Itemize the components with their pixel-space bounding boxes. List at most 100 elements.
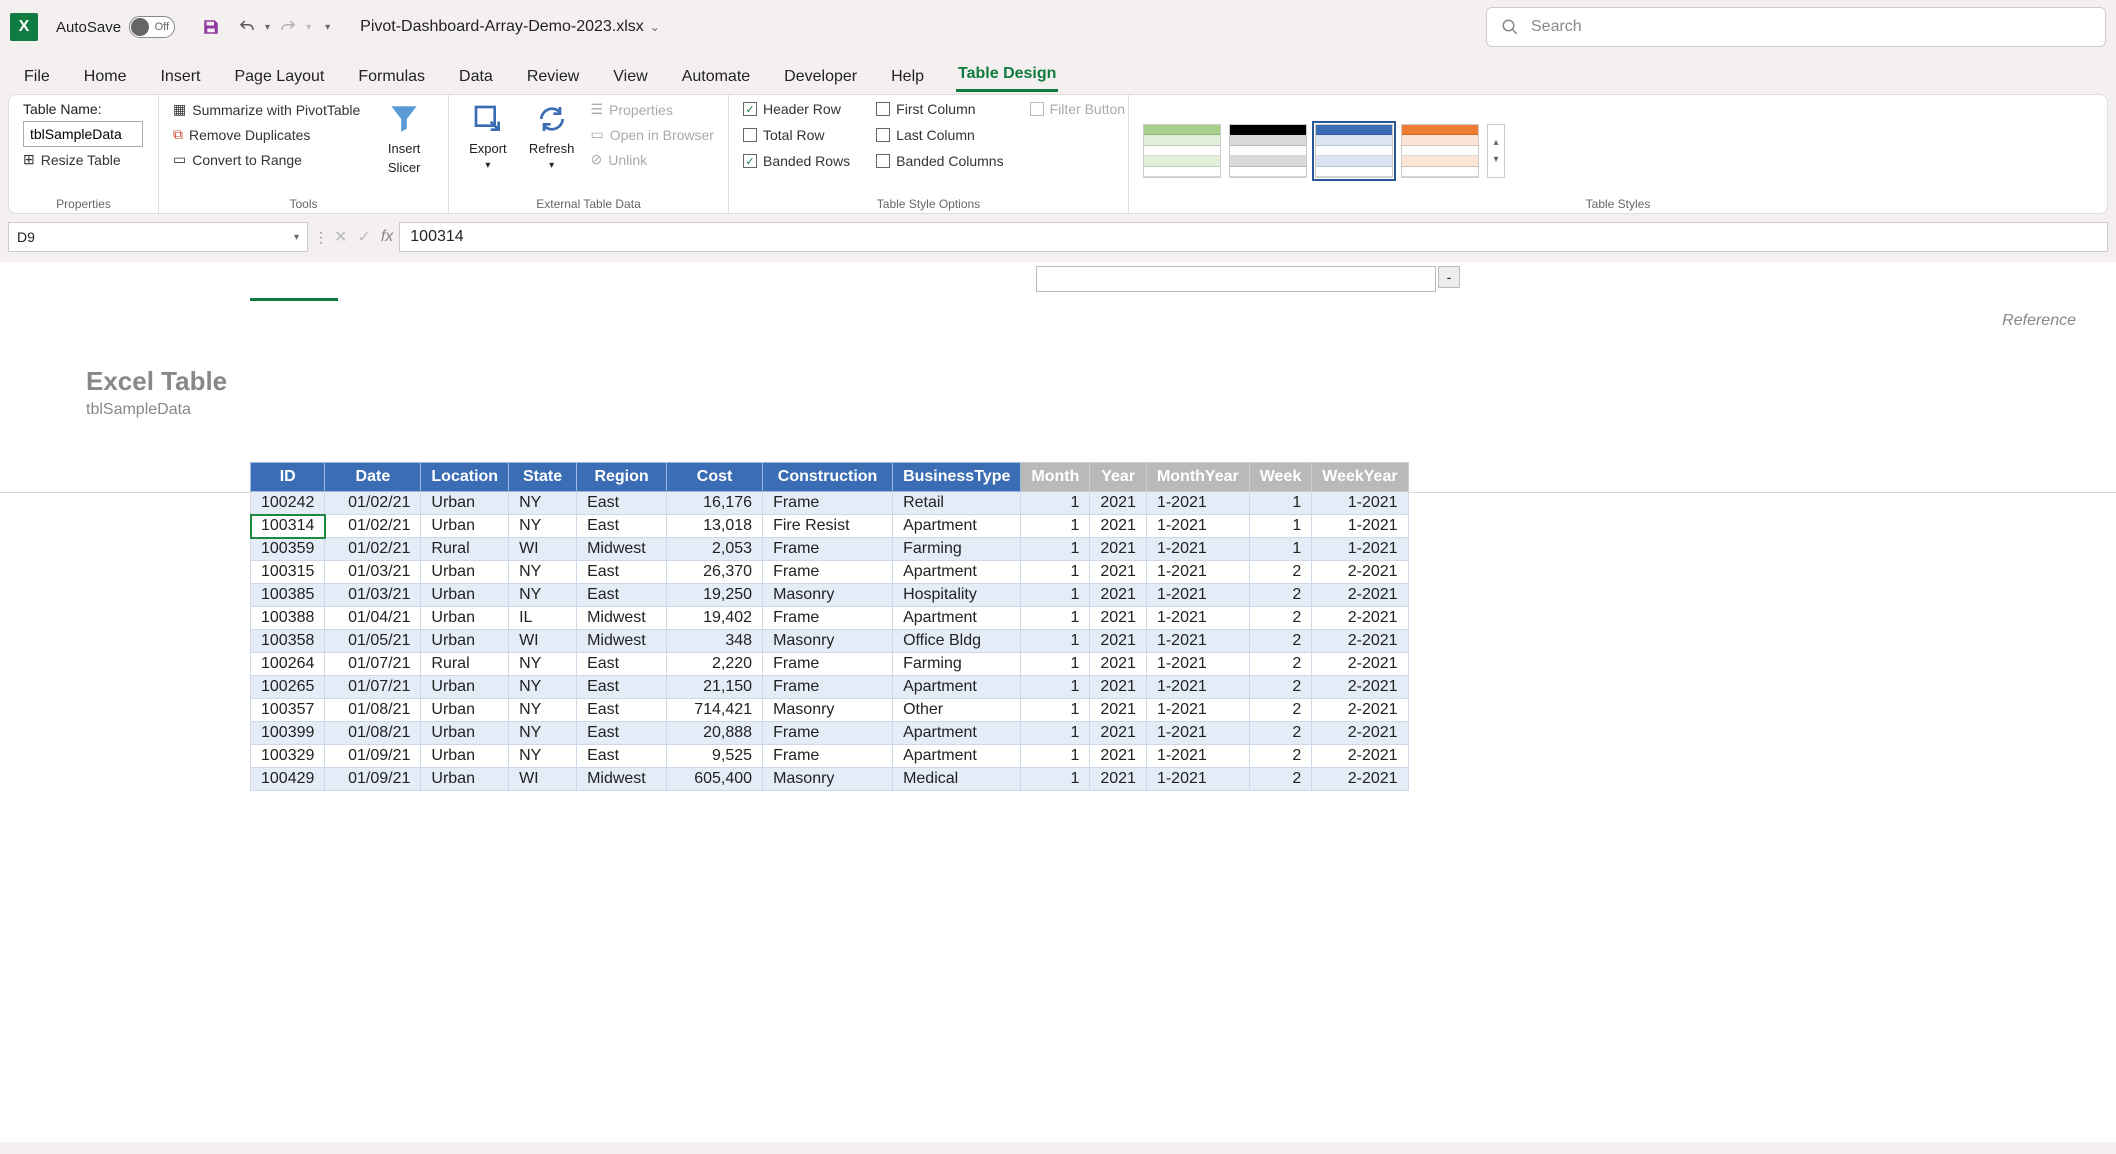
cell-state[interactable]: WI — [509, 630, 577, 653]
table-row[interactable]: 10042901/09/21UrbanWIMidwest605,400Mason… — [251, 768, 1409, 791]
cell-cons[interactable]: Masonry — [763, 630, 893, 653]
cell-region[interactable]: Midwest — [577, 630, 667, 653]
cell-id[interactable]: 100315 — [251, 561, 325, 584]
cell-cost[interactable]: 605,400 — [667, 768, 763, 791]
tab-review[interactable]: Review — [525, 62, 581, 92]
cell-wy[interactable]: 2-2021 — [1312, 561, 1408, 584]
cell-cost[interactable]: 26,370 — [667, 561, 763, 584]
formula-input[interactable]: 100314 — [399, 222, 2108, 252]
cell-wy[interactable]: 1-2021 — [1312, 538, 1408, 561]
cell-my[interactable]: 1-2021 — [1146, 538, 1249, 561]
cell-region[interactable]: East — [577, 584, 667, 607]
tab-insert[interactable]: Insert — [158, 62, 202, 92]
table-row[interactable]: 10038801/04/21UrbanILMidwest19,402FrameA… — [251, 607, 1409, 630]
tab-automate[interactable]: Automate — [680, 62, 752, 92]
cell-wy[interactable]: 2-2021 — [1312, 722, 1408, 745]
save-icon[interactable] — [199, 15, 223, 39]
cell-wy[interactable]: 2-2021 — [1312, 768, 1408, 791]
cell-id[interactable]: 100329 — [251, 745, 325, 768]
cell-state[interactable]: NY — [509, 561, 577, 584]
cell-state[interactable]: NY — [509, 653, 577, 676]
tab-developer[interactable]: Developer — [782, 62, 859, 92]
cell-id[interactable]: 100358 — [251, 630, 325, 653]
cell-cost[interactable]: 714,421 — [667, 699, 763, 722]
cell-date[interactable]: 01/02/21 — [325, 492, 421, 515]
tab-help[interactable]: Help — [889, 62, 926, 92]
last-column-checkbox[interactable]: Last Column — [876, 127, 1003, 143]
cell-year[interactable]: 2021 — [1090, 768, 1147, 791]
table-name-input[interactable] — [23, 121, 143, 147]
cell-btype[interactable]: Other — [893, 699, 1021, 722]
cell-wy[interactable]: 2-2021 — [1312, 630, 1408, 653]
cell-date[interactable]: 01/03/21 — [325, 561, 421, 584]
th-location[interactable]: Location — [421, 463, 509, 492]
cell-region[interactable]: East — [577, 699, 667, 722]
resize-table-button[interactable]: ⊞ Resize Table — [23, 151, 144, 168]
cell-wy[interactable]: 2-2021 — [1312, 745, 1408, 768]
table-style-3-selected[interactable] — [1315, 124, 1393, 178]
cell-region[interactable]: East — [577, 676, 667, 699]
cell-loc[interactable]: Urban — [421, 515, 509, 538]
cell-my[interactable]: 1-2021 — [1146, 676, 1249, 699]
th-businesstype[interactable]: BusinessType — [893, 463, 1021, 492]
cell-state[interactable]: NY — [509, 722, 577, 745]
cell-loc[interactable]: Urban — [421, 584, 509, 607]
cell-id[interactable]: 100357 — [251, 699, 325, 722]
cell-state[interactable]: WI — [509, 768, 577, 791]
cell-btype[interactable]: Medical — [893, 768, 1021, 791]
cell-date[interactable]: 01/09/21 — [325, 745, 421, 768]
cell-region[interactable]: Midwest — [577, 538, 667, 561]
table-style-4[interactable] — [1401, 124, 1479, 178]
insert-slicer-button[interactable]: Insert Slicer — [374, 101, 434, 175]
cell-date[interactable]: 01/02/21 — [325, 538, 421, 561]
cell-region[interactable]: East — [577, 722, 667, 745]
cell-region[interactable]: East — [577, 653, 667, 676]
export-button[interactable]: Export ▾ — [463, 101, 513, 171]
cell-btype[interactable]: Apartment — [893, 515, 1021, 538]
cell-week[interactable]: 2 — [1249, 607, 1312, 630]
cell-month[interactable]: 1 — [1021, 653, 1090, 676]
table-row[interactable]: 10035901/02/21RuralWIMidwest2,053FrameFa… — [251, 538, 1409, 561]
cell-year[interactable]: 2021 — [1090, 515, 1147, 538]
undo-icon[interactable] — [235, 15, 259, 39]
cell-cons[interactable]: Masonry — [763, 584, 893, 607]
cell-year[interactable]: 2021 — [1090, 745, 1147, 768]
cell-year[interactable]: 2021 — [1090, 538, 1147, 561]
redo-icon[interactable] — [276, 15, 300, 39]
cell-cost[interactable]: 19,250 — [667, 584, 763, 607]
cell-my[interactable]: 1-2021 — [1146, 699, 1249, 722]
table-row[interactable]: 10026401/07/21RuralNYEast2,220FrameFarmi… — [251, 653, 1409, 676]
cell-date[interactable]: 01/02/21 — [325, 515, 421, 538]
cell-month[interactable]: 1 — [1021, 584, 1090, 607]
cell-btype[interactable]: Apartment — [893, 561, 1021, 584]
cell-loc[interactable]: Urban — [421, 676, 509, 699]
cell-wy[interactable]: 1-2021 — [1312, 515, 1408, 538]
cell-my[interactable]: 1-2021 — [1146, 492, 1249, 515]
cell-id[interactable]: 100242 — [251, 492, 325, 515]
cell-date[interactable]: 01/05/21 — [325, 630, 421, 653]
cancel-formula-icon[interactable]: ✕ — [334, 227, 347, 247]
cell-week[interactable]: 2 — [1249, 630, 1312, 653]
cell-state[interactable]: NY — [509, 584, 577, 607]
cell-btype[interactable]: Apartment — [893, 676, 1021, 699]
qat-overflow-icon[interactable]: ▾ — [325, 22, 330, 33]
autosave-toggle[interactable]: Off — [129, 16, 175, 38]
cell-cons[interactable]: Frame — [763, 722, 893, 745]
namebox-menu-icon[interactable]: ⋮ — [314, 229, 328, 246]
cell-year[interactable]: 2021 — [1090, 584, 1147, 607]
cell-cost[interactable]: 21,150 — [667, 676, 763, 699]
cell-year[interactable]: 2021 — [1090, 722, 1147, 745]
cell-week[interactable]: 1 — [1249, 515, 1312, 538]
cell-month[interactable]: 1 — [1021, 676, 1090, 699]
cell-loc[interactable]: Urban — [421, 607, 509, 630]
cell-cons[interactable]: Masonry — [763, 768, 893, 791]
table-row[interactable]: 10038501/03/21UrbanNYEast19,250MasonryHo… — [251, 584, 1409, 607]
cell-year[interactable]: 2021 — [1090, 630, 1147, 653]
cell-my[interactable]: 1-2021 — [1146, 607, 1249, 630]
cell-month[interactable]: 1 — [1021, 768, 1090, 791]
cell-week[interactable]: 2 — [1249, 676, 1312, 699]
cell-month[interactable]: 1 — [1021, 538, 1090, 561]
cell-my[interactable]: 1-2021 — [1146, 722, 1249, 745]
table-row[interactable]: 10035801/05/21UrbanWIMidwest348MasonryOf… — [251, 630, 1409, 653]
cell-date[interactable]: 01/09/21 — [325, 768, 421, 791]
